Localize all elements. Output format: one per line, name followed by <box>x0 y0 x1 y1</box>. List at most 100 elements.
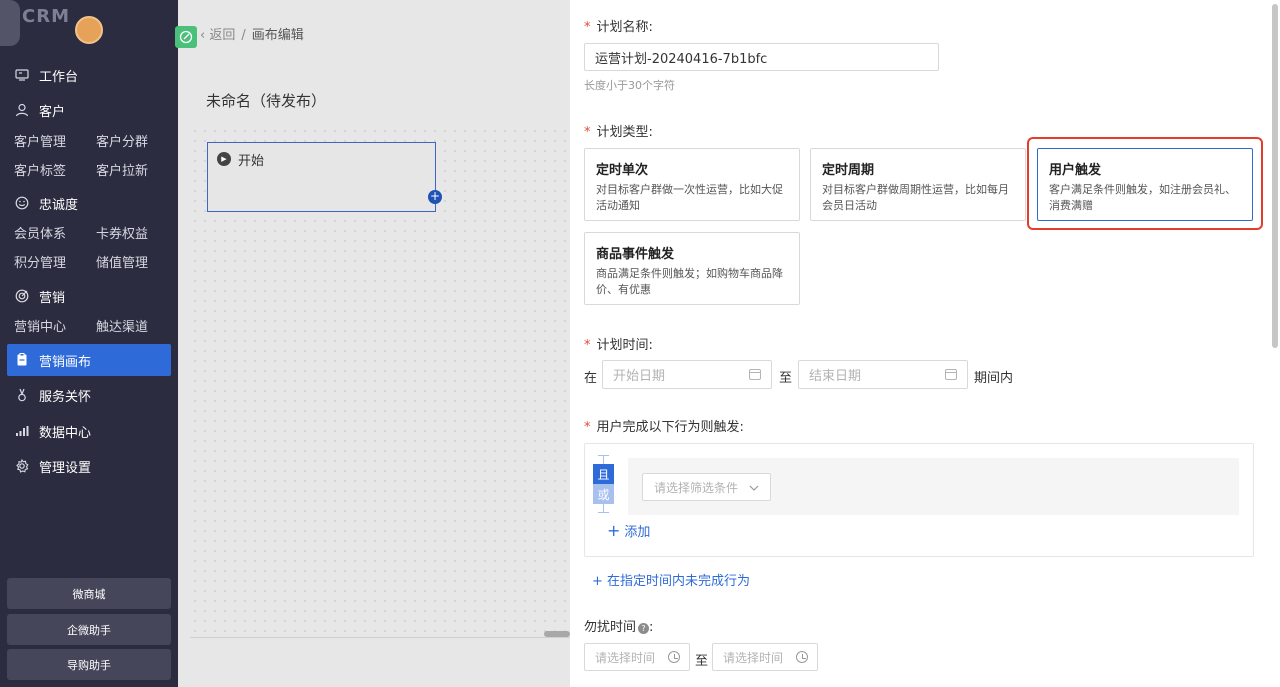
brand-logo-text: CRM <box>22 6 70 27</box>
required-mark: * <box>584 125 591 140</box>
sidebar-item-stored-value[interactable]: 储值管理 <box>96 252 148 271</box>
sidebar-item-label: 客户 <box>39 104 66 120</box>
help-icon[interactable]: ? <box>638 623 650 634</box>
sidebar-item-settings[interactable]: 管理设置 <box>14 455 91 477</box>
sidebar-item-label: 工作台 <box>39 69 79 85</box>
avatar[interactable] <box>75 16 103 44</box>
breadcrumb-current: 画布编辑 <box>251 28 304 43</box>
and-option[interactable]: 且 <box>593 464 614 484</box>
required-mark: * <box>584 338 591 353</box>
plan-name-hint: 长度小于30个字符 <box>584 79 675 92</box>
required-mark: * <box>584 420 591 435</box>
filter-select-placeholder: 请选择筛选条件 <box>654 480 739 495</box>
plan-type-desc: 商品满足条件则触发；如购物车商品降价、有优惠 <box>596 267 783 296</box>
sidebar-item-customer-tags[interactable]: 客户标签 <box>14 160 66 179</box>
edit-extension-icon[interactable] <box>175 26 197 48</box>
plan-name-label: * 计划名称: <box>584 20 653 35</box>
mini-mall-button[interactable]: 微商城 <box>7 578 171 609</box>
start-date-input[interactable]: 开始日期 <box>602 360 772 389</box>
dnd-end-input[interactable]: 请选择时间 <box>712 643 818 671</box>
smile-icon <box>14 195 30 211</box>
dnd-to-text: 至 <box>695 654 709 669</box>
plan-type-title: 商品事件触发 <box>596 247 675 262</box>
vertical-scrollbar[interactable] <box>1272 4 1278 348</box>
workbench-icon <box>14 67 30 83</box>
dnd-label: 勿扰时间?: <box>584 620 654 635</box>
sidebar-item-label: 服务关怀 <box>39 389 92 405</box>
play-icon: ▶ <box>217 152 231 166</box>
plan-name-input[interactable]: 运营计划-20240416-7b1bfc <box>584 43 939 71</box>
sidebar-item-marketing-center[interactable]: 营销中心 <box>14 316 66 335</box>
breadcrumb: ‹ 返回 / 画布编辑 <box>200 24 304 43</box>
sidebar-item-customer-segment[interactable]: 客户分群 <box>96 131 148 150</box>
calendar-icon <box>749 369 761 380</box>
sidebar-item-coupons[interactable]: 卡券权益 <box>96 223 148 242</box>
chevron-down-icon <box>749 480 759 494</box>
sidebar-item-label: 管理设置 <box>39 460 92 476</box>
sidebar-item-label: 忠诚度 <box>39 197 79 213</box>
sidebar-item-member-system[interactable]: 会员体系 <box>14 223 66 242</box>
time-prefix-text: 在 <box>584 371 598 386</box>
filter-condition-select[interactable]: 请选择筛选条件 <box>642 473 771 501</box>
sidebar-item-label: 营销画布 <box>39 354 92 370</box>
sidebar-item-service[interactable]: 服务关怀 <box>14 384 91 406</box>
wecom-assistant-button[interactable]: 企微助手 <box>7 614 171 645</box>
sidebar-item-marketing-canvas[interactable]: 营销画布 <box>14 349 91 371</box>
add-condition-button[interactable]: + 添加 <box>607 521 650 540</box>
sidebar-item-data-center[interactable]: 数据中心 <box>14 420 91 442</box>
service-icon <box>14 387 30 403</box>
sidebar-group-marketing[interactable]: 营销 <box>14 285 65 307</box>
plan-time-label: * 计划时间: <box>584 338 653 353</box>
trigger-label: * 用户完成以下行为则触发: <box>584 420 744 435</box>
breadcrumb-back-link[interactable]: 返回 <box>209 28 235 43</box>
chart-icon <box>14 423 30 439</box>
plan-type-scheduled-once[interactable]: 定时单次 对目标客户群做一次性运营，比如大促活动通知 <box>584 148 800 221</box>
dnd-start-input[interactable]: 请选择时间 <box>584 643 690 671</box>
plan-type-desc: 对目标客户群做周期性运营，比如每月会员日活动 <box>822 183 1009 212</box>
calendar-icon <box>945 369 957 380</box>
sidebar-group-customer[interactable]: 客户 <box>14 99 65 121</box>
not-completed-behavior-link[interactable]: + 在指定时间内未完成行为 <box>592 570 750 589</box>
end-date-input[interactable]: 结束日期 <box>798 360 968 389</box>
chevron-left-icon: ‹ <box>200 28 210 43</box>
brand-area: CRM <box>0 0 178 60</box>
sidebar-item-customer-manage[interactable]: 客户管理 <box>14 131 66 150</box>
required-mark: * <box>584 20 591 35</box>
sidebar-item-workbench[interactable]: 工作台 <box>14 64 78 86</box>
and-or-toggle[interactable]: 且 或 <box>593 455 614 513</box>
breadcrumb-separator: / <box>241 28 246 43</box>
time-suffix-text: 期间内 <box>974 371 1014 386</box>
horizontal-scrollbar[interactable] <box>544 631 570 637</box>
start-node[interactable]: ▶ 开始 + <box>207 142 442 212</box>
add-node-icon[interactable]: + <box>428 190 442 204</box>
plus-icon: + <box>607 521 621 540</box>
plan-type-title: 定时单次 <box>596 163 649 178</box>
plan-type-scheduled-periodic[interactable]: 定时周期 对目标客户群做周期性运营，比如每月会员日活动 <box>810 148 1026 221</box>
canvas-topbar: ‹ 返回 / 画布编辑 <box>175 0 570 62</box>
user-icon <box>14 102 30 118</box>
sidebar-item-customer-acquire[interactable]: 客户拉新 <box>96 160 148 179</box>
target-icon <box>14 288 30 304</box>
clock-icon <box>668 651 680 663</box>
gear-icon <box>14 458 30 474</box>
sidebar-item-label: 营销 <box>39 290 66 306</box>
canvas-icon <box>14 352 30 368</box>
sidebar: CRM 工作台 客户 客户管理 客户分群 客户标签 客户拉新 忠诚度 会员体系 … <box>0 0 178 687</box>
plan-type-desc: 对目标客户群做一次性运营，比如大促活动通知 <box>596 183 783 212</box>
or-option[interactable]: 或 <box>593 484 614 504</box>
start-node-label: 开始 <box>238 154 265 169</box>
plan-type-title: 定时周期 <box>822 163 875 178</box>
plan-type-label: * 计划类型: <box>584 125 653 140</box>
sidebar-item-label: 数据中心 <box>39 425 92 441</box>
sidebar-group-loyalty[interactable]: 忠诚度 <box>14 192 78 214</box>
dnd-start-placeholder: 请选择时间 <box>595 650 656 665</box>
plan-settings-drawer: * 计划名称: 运营计划-20240416-7b1bfc 长度小于30个字符 * 计… <box>570 0 1280 687</box>
end-date-placeholder: 结束日期 <box>809 369 862 384</box>
sidebar-item-channels[interactable]: 触达渠道 <box>96 316 148 335</box>
annotation-highlight <box>1027 137 1263 230</box>
sidebar-item-points[interactable]: 积分管理 <box>14 252 66 271</box>
plan-type-product-event[interactable]: 商品事件触发 商品满足条件则触发；如购物车商品降价、有优惠 <box>584 232 800 305</box>
guide-assistant-button[interactable]: 导购助手 <box>7 649 171 680</box>
dnd-end-placeholder: 请选择时间 <box>723 650 784 665</box>
clock-icon <box>796 651 808 663</box>
